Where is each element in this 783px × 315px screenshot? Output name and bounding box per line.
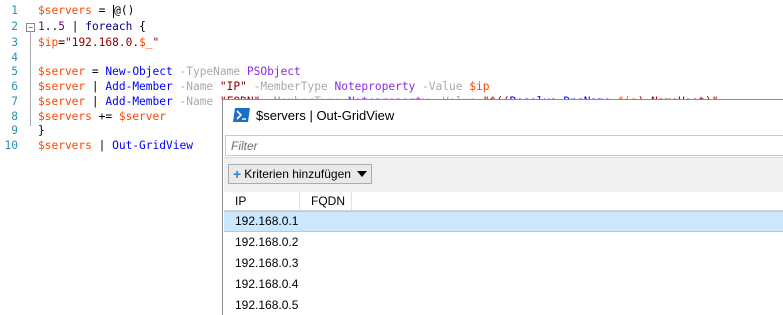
line-number: 5 xyxy=(11,65,18,78)
code-text: 1..5 | foreach { xyxy=(38,20,146,33)
table-row[interactable]: 192.168.0.3 xyxy=(224,253,783,274)
line-number: 7 xyxy=(11,95,18,108)
window-title: $servers | Out-GridView xyxy=(256,108,395,123)
line-number: 9 xyxy=(11,124,18,137)
powershell-icon xyxy=(233,108,250,122)
code-text: $servers = @() xyxy=(38,4,135,18)
filter-input[interactable]: Filter xyxy=(225,135,783,156)
window-titlebar[interactable]: $servers | Out-GridView xyxy=(223,100,783,131)
gridview-window: $servers | Out-GridView Filter + Kriteri… xyxy=(222,99,783,315)
fold-guide xyxy=(30,31,31,126)
filter-placeholder: Filter xyxy=(231,139,258,153)
code-text: } xyxy=(38,124,45,137)
code-text: $ip="192.168.0.$_" xyxy=(38,36,160,49)
line-number: 3 xyxy=(11,36,18,49)
add-criteria-button[interactable]: + Kriterien hinzufügen xyxy=(228,164,372,184)
code-text: $server = New-Object -TypeName PSObject xyxy=(38,65,301,78)
triangle-down-icon xyxy=(356,171,367,177)
cell-ip: 192.168.0.4 xyxy=(235,277,299,291)
code-text: $server | Add-Member -Name "IP" -MemberT… xyxy=(38,80,490,93)
cell-ip: 192.168.0.2 xyxy=(235,235,299,249)
column-header-ip[interactable]: IP xyxy=(224,192,300,210)
line-number: 10 xyxy=(4,139,18,152)
grid-header: IP FQDN xyxy=(224,192,783,211)
cell-ip: 192.168.0.3 xyxy=(235,256,299,270)
code-text: $servers += $server xyxy=(38,110,166,123)
add-criteria-label: Kriterien hinzufügen xyxy=(244,167,351,181)
criteria-toolbar: + Kriterien hinzufügen xyxy=(224,157,783,193)
code-text: $servers | Out-GridView xyxy=(38,139,193,152)
cell-ip: 192.168.0.5 xyxy=(235,298,299,312)
table-row[interactable]: 192.168.0.5 xyxy=(224,295,783,315)
table-row[interactable]: 192.168.0.2 xyxy=(224,232,783,253)
line-number: 6 xyxy=(11,80,18,93)
line-number: 1 xyxy=(11,4,18,17)
cell-ip: 192.168.0.1 xyxy=(235,214,299,228)
table-row[interactable]: 192.168.0.1 xyxy=(224,211,783,232)
line-number: 2 xyxy=(11,20,18,33)
table-row[interactable]: 192.168.0.4 xyxy=(224,274,783,295)
plus-icon: + xyxy=(233,166,242,182)
results-grid: IP FQDN 192.168.0.1 192.168.0.2 192.168.0.… xyxy=(224,192,783,315)
column-header-fqdn[interactable]: FQDN xyxy=(300,192,352,210)
